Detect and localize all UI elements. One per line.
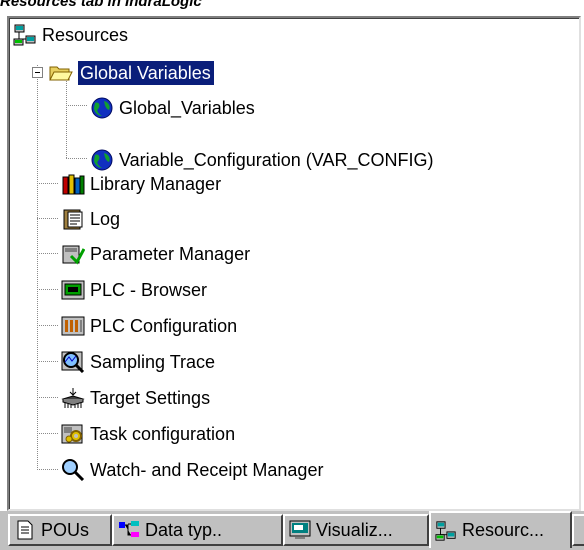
resources-tree-panel[interactable]: Resources Global Variables Global_Variab… <box>7 16 581 511</box>
tab-resources[interactable]: Resourc... <box>429 511 572 548</box>
task-configuration-icon <box>61 423 85 445</box>
tree-root-resources[interactable]: Resources <box>13 20 128 50</box>
tree-item-label: PLC - Browser <box>90 280 208 300</box>
tree-branch <box>37 397 59 398</box>
tree-item-plc-configuration[interactable]: PLC Configuration <box>61 311 237 341</box>
tree-item-label: Sampling Trace <box>90 352 216 372</box>
caption: Resources tab in IndraLogic <box>0 0 202 10</box>
open-folder-icon <box>49 62 73 84</box>
tree-item-plc-browser[interactable]: PLC - Browser <box>61 275 207 305</box>
tree-branch <box>37 183 59 184</box>
tab-label: Visualiz... <box>316 519 393 540</box>
tree-item-label: Parameter Manager <box>90 244 251 264</box>
resources-icon <box>435 520 457 542</box>
tree-item-parameter-manager[interactable]: Parameter Manager <box>61 239 250 269</box>
tab-data-types[interactable]: Data typ.. <box>112 514 283 546</box>
tree-item-label: Variable_Configuration (VAR_CONFIG) <box>119 150 434 170</box>
tab-label: POUs <box>41 519 90 540</box>
magnifier-icon <box>61 459 85 482</box>
data-types-icon <box>118 519 140 541</box>
globe-icon <box>90 149 114 171</box>
visualization-icon <box>289 519 311 541</box>
tree-branch <box>37 469 59 470</box>
tree-line-global <box>66 79 67 159</box>
tab-label: Data typ.. <box>145 519 223 540</box>
tree-item-label: PLC Configuration <box>90 316 238 336</box>
collapse-toggle-global-variables[interactable] <box>32 67 43 78</box>
resources-icon <box>13 24 37 46</box>
tree-item-label: Library Manager <box>90 174 222 194</box>
tree-branch <box>66 158 88 159</box>
tree-view[interactable]: Resources Global Variables Global_Variab… <box>9 18 579 509</box>
tree-item-label: Global_Variables <box>119 98 255 118</box>
tree-item-label: Task configuration <box>90 424 236 444</box>
tree-line-root <box>37 65 38 471</box>
parameter-manager-icon <box>61 243 86 265</box>
tab-partial[interactable] <box>572 514 584 546</box>
tree-branch <box>37 253 59 254</box>
tree-branch <box>66 105 88 106</box>
tree-branch <box>37 325 59 326</box>
tree-item-global-variables[interactable]: Global Variables <box>49 58 215 88</box>
tree-branch <box>37 433 59 434</box>
tree-branch <box>37 289 59 290</box>
tree-item-sampling-trace[interactable]: Sampling Trace <box>61 347 215 377</box>
tree-item-log[interactable]: Log <box>61 204 120 234</box>
tab-pous[interactable]: POUs <box>8 514 112 546</box>
tree-item-global-variables-child[interactable]: Global_Variables <box>90 93 255 123</box>
plc-configuration-icon <box>61 315 85 337</box>
tree-item-library-manager[interactable]: Library Manager <box>61 169 221 199</box>
tree-root-label: Resources <box>42 25 129 45</box>
tree-branch <box>37 361 59 362</box>
tree-item-label: Global Variables <box>77 60 215 86</box>
tree-item-watch-receipt-manager[interactable]: Watch- and Receipt Manager <box>61 455 323 485</box>
magnifier-chart-icon <box>61 351 85 374</box>
globe-icon <box>90 97 114 119</box>
target-settings-icon <box>61 387 85 409</box>
tree-item-target-settings[interactable]: Target Settings <box>61 383 210 413</box>
tree-branch <box>37 218 59 219</box>
library-books-icon <box>61 173 85 195</box>
tree-item-label: Watch- and Receipt Manager <box>90 460 324 480</box>
tab-visualizations[interactable]: Visualiz... <box>283 514 429 546</box>
tree-item-label: Target Settings <box>90 388 211 408</box>
tab-label: Resourc... <box>462 520 545 540</box>
plc-browser-icon <box>61 279 85 301</box>
tree-item-label: Log <box>90 209 121 229</box>
object-organizer-tabs: POUs Data typ.. Visualiz... Resourc... <box>0 511 584 550</box>
document-icon <box>14 519 36 541</box>
log-book-icon <box>61 208 85 230</box>
tree-item-task-configuration[interactable]: Task configuration <box>61 419 235 449</box>
